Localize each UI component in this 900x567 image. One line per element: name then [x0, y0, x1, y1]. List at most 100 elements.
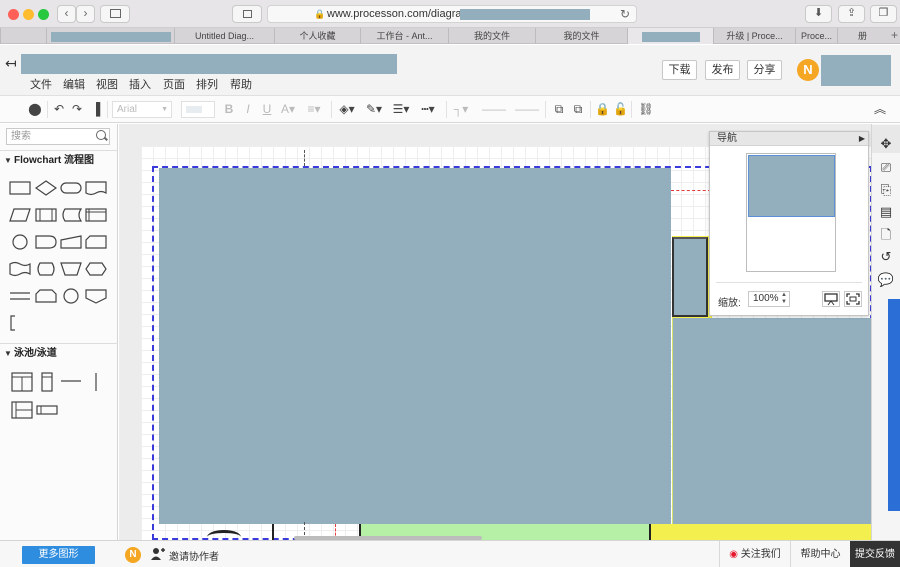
- diagram-shape-redacted-small[interactable]: [672, 237, 708, 317]
- share-button[interactable]: 分享: [747, 60, 782, 80]
- tab-my-files-1[interactable]: 我的文件: [448, 28, 535, 44]
- shape-stored-data[interactable]: [60, 207, 82, 223]
- section-swimlane[interactable]: ▼ 泳池/泳道: [0, 343, 118, 363]
- add-user-icon[interactable]: [151, 547, 165, 561]
- collapse-toolbar-icon[interactable]: ︽: [872, 100, 888, 118]
- diagram-content-redacted[interactable]: [159, 168, 671, 524]
- shape-pool-horizontal[interactable]: [11, 400, 33, 420]
- tab-workbench[interactable]: 工作台 - Ant...: [360, 28, 448, 44]
- font-color-icon[interactable]: A▾: [279, 100, 297, 118]
- tab-processon[interactable]: Proce...: [795, 28, 837, 44]
- document-title-redacted[interactable]: [21, 54, 397, 74]
- shape-card[interactable]: [85, 234, 107, 250]
- tab-pinned[interactable]: [0, 28, 46, 44]
- italic-icon[interactable]: I: [241, 100, 255, 118]
- navigator-header[interactable]: 导航 ▶: [710, 132, 868, 146]
- shape-preparation[interactable]: [85, 261, 107, 277]
- diagram-content-redacted-right[interactable]: [672, 318, 871, 532]
- layer-icon[interactable]: ⎘: [877, 182, 895, 198]
- invite-collaborators-link[interactable]: 邀请协作者: [169, 548, 219, 563]
- shape-process[interactable]: [9, 180, 31, 196]
- minimize-window-icon[interactable]: [23, 9, 34, 20]
- shape-manual-operation[interactable]: [60, 261, 82, 277]
- collaborator-avatar[interactable]: N: [125, 547, 141, 563]
- line-color-icon[interactable]: ✎▾: [364, 100, 384, 118]
- publish-button[interactable]: 发布: [705, 60, 740, 80]
- tabs-overview-icon[interactable]: ❐: [870, 5, 897, 23]
- new-tab-icon[interactable]: +: [891, 28, 898, 43]
- shape-style-icon[interactable]: ⬤: [26, 100, 44, 118]
- diagram-shape-yellow[interactable]: [649, 524, 871, 540]
- menu-insert[interactable]: 插入: [129, 76, 151, 92]
- start-arrow-icon[interactable]: ——▾: [479, 100, 509, 134]
- unlock-icon[interactable]: 🔓: [613, 100, 628, 118]
- menu-page[interactable]: 页面: [163, 76, 185, 92]
- diagram-arc-shape[interactable]: [207, 530, 241, 540]
- bring-to-front-icon[interactable]: ⧉: [551, 100, 567, 118]
- shape-manual-input[interactable]: [60, 234, 82, 250]
- navigator-thumbnail[interactable]: [746, 153, 836, 272]
- help-center-button[interactable]: 帮助中心: [790, 541, 850, 567]
- pages-icon[interactable]: ▤: [877, 204, 895, 220]
- undo-icon[interactable]: ↶: [52, 100, 66, 118]
- tab-upgrade[interactable]: 升级 | Proce...: [713, 28, 795, 44]
- shape-off-page-reference[interactable]: [85, 288, 107, 304]
- download-icon[interactable]: ⬇: [805, 5, 832, 23]
- search-icon[interactable]: [96, 130, 106, 140]
- page-settings-icon[interactable]: 🗋: [877, 227, 895, 243]
- shape-annotation[interactable]: [5, 315, 27, 331]
- menu-view[interactable]: 视图: [96, 76, 118, 92]
- shape-lane-vertical[interactable]: [36, 372, 58, 392]
- shape-document[interactable]: [85, 180, 107, 196]
- zoom-input[interactable]: 100% ▲ ▼: [748, 291, 790, 307]
- menu-help[interactable]: 帮助: [230, 76, 252, 92]
- shape-delay[interactable]: [35, 234, 57, 250]
- section-flowchart[interactable]: ▼ Flowchart 流程图: [0, 150, 118, 170]
- font-size-select[interactable]: [181, 101, 215, 118]
- bold-icon[interactable]: B: [222, 100, 236, 118]
- reader-view-icon[interactable]: [232, 5, 262, 23]
- navigator-icon[interactable]: ✥: [877, 136, 895, 152]
- line-width-icon[interactable]: ☰▾: [391, 100, 411, 118]
- connector-type-icon[interactable]: ┐▾: [451, 100, 471, 118]
- send-to-back-icon[interactable]: ⧉: [570, 100, 586, 118]
- fill-color-icon[interactable]: ◈▾: [337, 100, 357, 118]
- user-name-redacted[interactable]: [821, 55, 891, 86]
- theme-icon[interactable]: ⎚: [877, 160, 895, 176]
- zoom-stepper-icon[interactable]: ▲ ▼: [781, 292, 787, 306]
- line-style-icon[interactable]: ┅▾: [418, 100, 438, 118]
- menu-edit[interactable]: 编辑: [63, 76, 85, 92]
- follow-us-button[interactable]: ◉ 关注我们: [719, 541, 790, 567]
- tab-untitled-diagram[interactable]: Untitled Diag...: [174, 28, 274, 44]
- shape-terminator[interactable]: [60, 180, 82, 196]
- download-button[interactable]: 下载: [662, 60, 697, 80]
- shape-parallel-mode[interactable]: [9, 288, 31, 304]
- end-arrow-icon[interactable]: ——▾: [512, 100, 542, 134]
- share-icon[interactable]: ⇪: [838, 5, 865, 23]
- navigator-viewport[interactable]: [748, 155, 835, 217]
- menu-arrange[interactable]: 排列: [196, 76, 218, 92]
- shape-predefined-process[interactable]: [35, 207, 57, 223]
- shape-data[interactable]: [9, 207, 31, 223]
- shape-on-page-reference[interactable]: [60, 288, 82, 304]
- back-to-files-icon[interactable]: ↤: [5, 55, 17, 72]
- close-window-icon[interactable]: [8, 9, 19, 20]
- shape-separator-vertical[interactable]: [85, 372, 107, 392]
- user-avatar[interactable]: N: [797, 59, 819, 81]
- comment-icon[interactable]: 💬: [877, 272, 895, 288]
- shape-decision[interactable]: [35, 180, 57, 196]
- shape-internal-storage[interactable]: [85, 207, 107, 223]
- collapse-arrow-icon[interactable]: ▶: [859, 132, 865, 146]
- text-align-icon[interactable]: ≡▾: [305, 100, 323, 118]
- forward-arrow-icon[interactable]: ›: [76, 5, 95, 23]
- tab-register[interactable]: 册: [837, 28, 887, 44]
- tab-current[interactable]: [627, 28, 713, 44]
- font-family-select[interactable]: Arial ▼: [112, 101, 172, 118]
- tab-my-files-2[interactable]: 我的文件: [535, 28, 627, 44]
- link-icon[interactable]: ⛓: [637, 100, 655, 118]
- shape-loop-limit[interactable]: [35, 288, 57, 304]
- fit-to-screen-icon[interactable]: [844, 291, 862, 307]
- shape-search-input[interactable]: 搜索: [6, 128, 110, 145]
- redo-icon[interactable]: ↷: [70, 100, 84, 118]
- format-painter-icon[interactable]: ▐: [89, 100, 103, 118]
